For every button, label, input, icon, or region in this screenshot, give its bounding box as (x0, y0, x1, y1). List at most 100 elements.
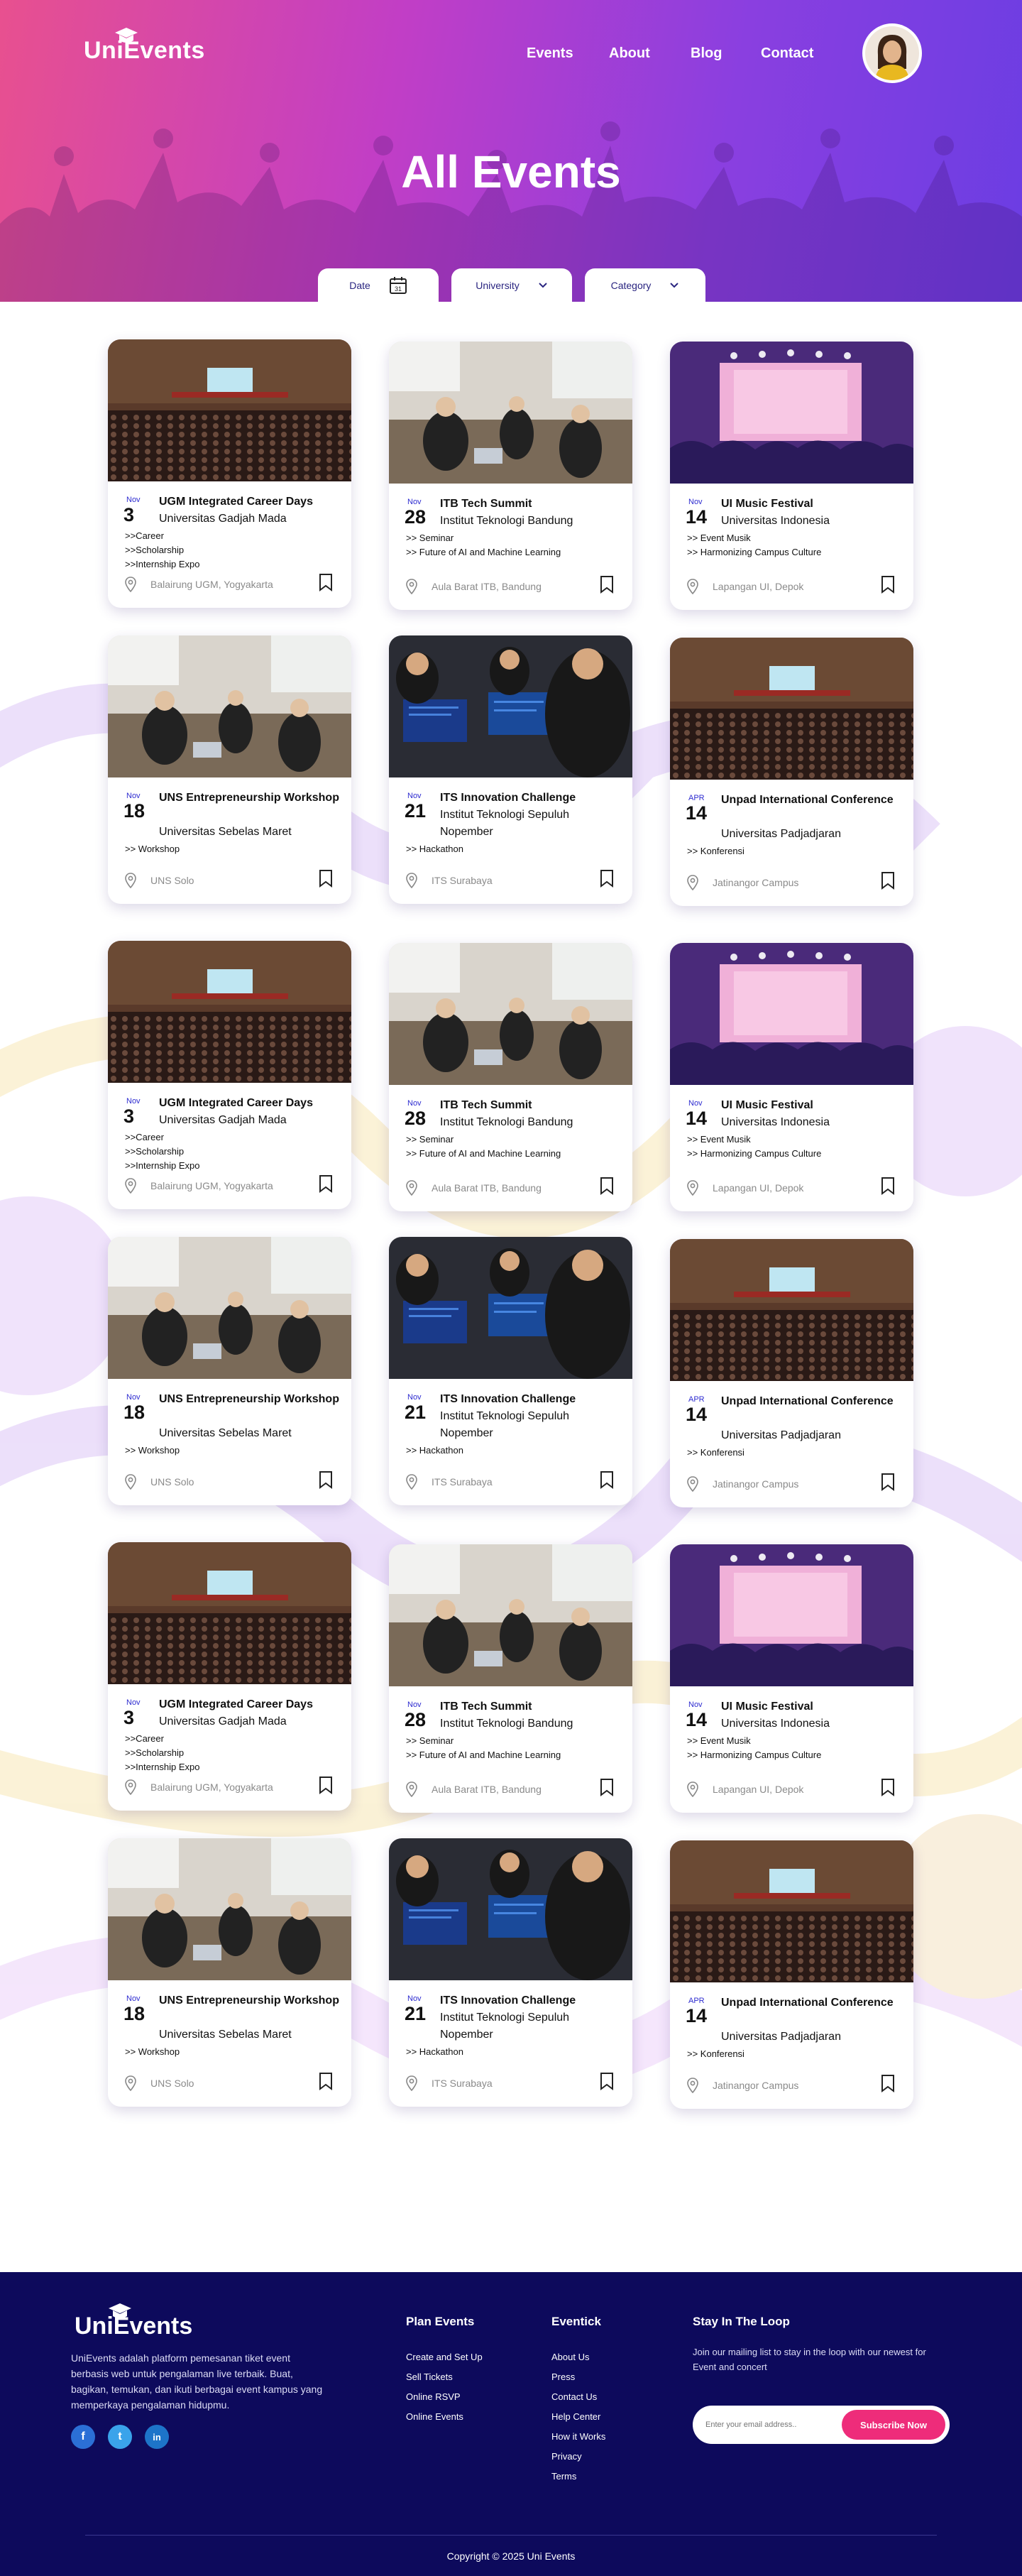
event-image (389, 1838, 632, 1980)
event-location-text: Lapangan UI, Depok (713, 581, 804, 592)
bookmark-button[interactable] (881, 1778, 895, 1800)
bookmark-button[interactable] (600, 1470, 614, 1492)
event-card[interactable]: Nov 18 UNS Entrepreneurship Workshop Uni… (108, 1237, 351, 1505)
event-title[interactable]: UNS Entrepreneurship Workshop (159, 790, 344, 807)
footer-link[interactable]: Privacy (551, 2447, 605, 2467)
event-card[interactable]: Nov 21 ITS Innovation Challenge Institut… (389, 635, 632, 904)
footer-link[interactable]: Terms (551, 2467, 605, 2487)
event-title[interactable]: ITS Innovation Challenge (440, 1992, 625, 2009)
event-title[interactable]: UGM Integrated Career Days (159, 493, 344, 511)
nav-contact[interactable]: Contact (761, 45, 813, 62)
footer-logo[interactable]: UniEvents (75, 2303, 192, 2340)
twitter-icon[interactable]: t (108, 2425, 132, 2449)
filter-date-label: Date (349, 280, 370, 291)
event-card[interactable]: Nov 14 UI Music Festival Universitas Ind… (670, 943, 913, 1211)
logo[interactable]: UniEvents (84, 28, 205, 65)
bookmark-button[interactable] (319, 573, 333, 595)
subscribe-button[interactable]: Subscribe Now (842, 2410, 945, 2440)
nav-events[interactable]: Events (527, 45, 573, 62)
bookmark-button[interactable] (881, 2074, 895, 2096)
event-card[interactable]: APR 14 Unpad International Conference Un… (670, 1840, 913, 2109)
facebook-icon[interactable]: f (71, 2425, 95, 2449)
event-title[interactable]: ITB Tech Summit (440, 1097, 625, 1114)
footer-link[interactable]: Online RSVP (406, 2387, 483, 2407)
bookmark-button[interactable] (600, 575, 614, 597)
event-month: Nov (126, 496, 141, 504)
nav-blog[interactable]: Blog (691, 45, 722, 62)
event-card[interactable]: Nov 28 ITB Tech Summit Institut Teknolog… (389, 943, 632, 1211)
bookmark-button[interactable] (600, 1177, 614, 1199)
event-card[interactable]: Nov 3 UGM Integrated Career Days Univers… (108, 941, 351, 1209)
event-month: APR (688, 1997, 705, 2005)
event-card[interactable]: Nov 21 ITS Innovation Challenge Institut… (389, 1237, 632, 1505)
event-card[interactable]: APR 14 Unpad International Conference Un… (670, 1239, 913, 1507)
event-card[interactable]: Nov 3 UGM Integrated Career Days Univers… (108, 339, 351, 608)
bookmark-button[interactable] (600, 2072, 614, 2094)
filter-bar: Date 31 University Category (0, 268, 1022, 302)
event-title[interactable]: ITS Innovation Challenge (440, 1391, 625, 1408)
event-card[interactable]: Nov 28 ITB Tech Summit Institut Teknolog… (389, 342, 632, 610)
event-location-text: Aula Barat ITB, Bandung (432, 581, 542, 592)
bookmark-button[interactable] (600, 1778, 614, 1800)
bookmark-button[interactable] (881, 1473, 895, 1495)
event-card[interactable]: Nov 21 ITS Innovation Challenge Institut… (389, 1838, 632, 2107)
filter-date[interactable]: Date 31 (318, 268, 439, 302)
event-location: Jatinangor Campus (687, 2078, 798, 2093)
event-title[interactable]: ITB Tech Summit (440, 1698, 625, 1715)
event-title[interactable]: ITS Innovation Challenge (440, 790, 625, 807)
event-day: 3 (123, 1707, 135, 1728)
event-university: Universitas Padjadjaran (721, 2031, 841, 2043)
bookmark-button[interactable] (881, 575, 895, 597)
event-title[interactable]: Unpad International Conference (721, 792, 906, 809)
email-input[interactable] (705, 2414, 840, 2435)
bookmark-button[interactable] (881, 1177, 895, 1199)
event-card[interactable]: Nov 28 ITB Tech Summit Institut Teknolog… (389, 1544, 632, 1813)
user-avatar[interactable] (862, 23, 922, 83)
bookmark-button[interactable] (881, 871, 895, 893)
nav-about[interactable]: About (609, 45, 650, 62)
event-title[interactable]: UI Music Festival (721, 496, 906, 513)
footer-link[interactable]: Sell Tickets (406, 2367, 483, 2387)
event-card[interactable]: Nov 14 UI Music Festival Universitas Ind… (670, 1544, 913, 1813)
event-card[interactable]: Nov 3 UGM Integrated Career Days Univers… (108, 1542, 351, 1811)
bookmark-icon (319, 574, 332, 591)
footer-link[interactable]: Help Center (551, 2407, 605, 2427)
event-university: Institut Teknologi Sepuluh Nopember (440, 1410, 570, 1439)
event-location: Lapangan UI, Depok (687, 579, 803, 594)
footer-link[interactable]: About Us (551, 2347, 605, 2367)
footer-link[interactable]: Press (551, 2367, 605, 2387)
event-tag: >> Hackathon (406, 2046, 463, 2057)
event-card[interactable]: Nov 18 UNS Entrepreneurship Workshop Uni… (108, 635, 351, 904)
footer-link[interactable]: How it Works (551, 2427, 605, 2447)
filter-university[interactable]: University (451, 268, 572, 302)
filter-category[interactable]: Category (585, 268, 705, 302)
location-pin-icon (125, 1474, 136, 1490)
bookmark-button[interactable] (319, 1470, 333, 1492)
event-title[interactable]: UGM Integrated Career Days (159, 1696, 344, 1713)
bookmark-button[interactable] (319, 2072, 333, 2094)
event-title[interactable]: ITB Tech Summit (440, 496, 625, 513)
event-title[interactable]: Unpad International Conference (721, 1393, 906, 1410)
footer-link[interactable]: Online Events (406, 2407, 483, 2427)
event-location: Jatinangor Campus (687, 875, 798, 890)
event-card[interactable]: APR 14 Unpad International Conference Un… (670, 638, 913, 906)
event-title[interactable]: UNS Entrepreneurship Workshop (159, 1992, 344, 2009)
bookmark-button[interactable] (600, 869, 614, 891)
bookmark-button[interactable] (319, 1174, 333, 1196)
event-title[interactable]: UI Music Festival (721, 1698, 906, 1715)
footer-link[interactable]: Create and Set Up (406, 2347, 483, 2367)
event-title[interactable]: Unpad International Conference (721, 1994, 906, 2012)
footer-link[interactable]: Contact Us (551, 2387, 605, 2407)
event-title[interactable]: UGM Integrated Career Days (159, 1095, 344, 1112)
event-location-text: Jatinangor Campus (713, 1478, 799, 1490)
event-title[interactable]: UI Music Festival (721, 1097, 906, 1114)
event-image (670, 1840, 913, 1982)
event-title[interactable]: UNS Entrepreneurship Workshop (159, 1391, 344, 1408)
event-card[interactable]: Nov 14 UI Music Festival Universitas Ind… (670, 342, 913, 610)
event-day: 21 (405, 2003, 427, 2024)
bookmark-button[interactable] (319, 869, 333, 891)
linkedin-icon[interactable]: in (145, 2425, 169, 2449)
event-month: Nov (407, 792, 422, 800)
bookmark-button[interactable] (319, 1776, 333, 1798)
event-card[interactable]: Nov 18 UNS Entrepreneurship Workshop Uni… (108, 1838, 351, 2107)
